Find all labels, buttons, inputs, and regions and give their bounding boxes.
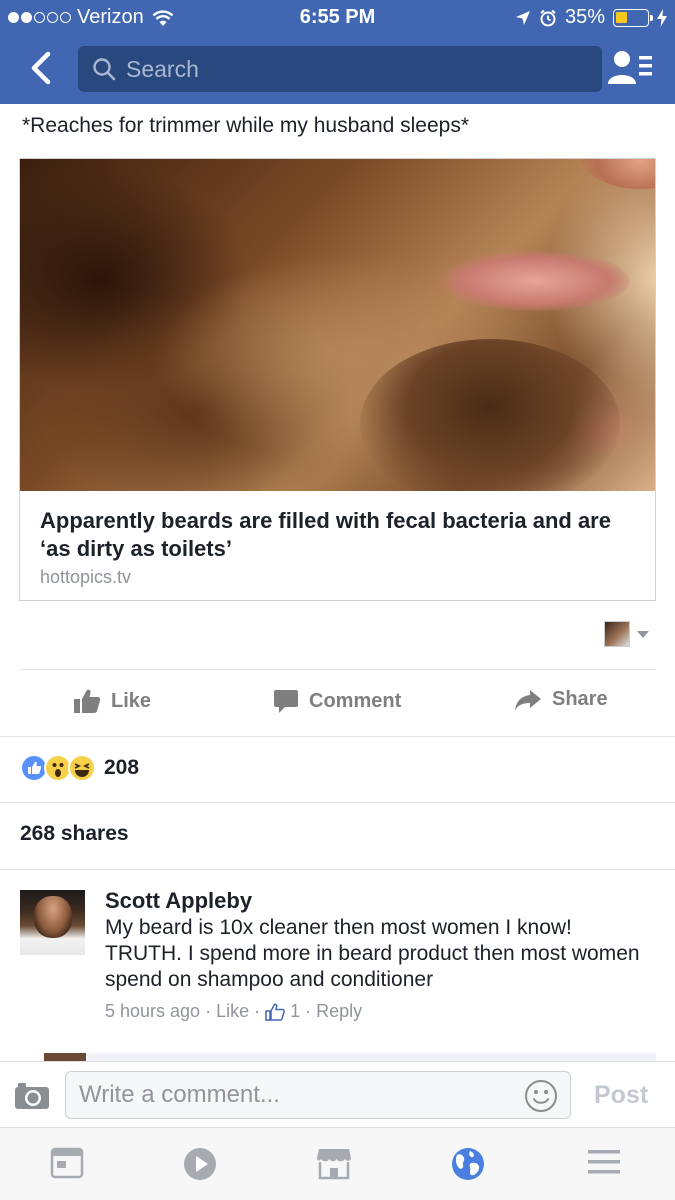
comment-icon [274, 690, 298, 713]
comment-like-count: 1 [290, 1001, 301, 1021]
share-label: Share [552, 688, 608, 710]
nav-bar: Search [0, 36, 675, 104]
menu-icon[interactable] [586, 1146, 622, 1178]
like-label: Like [111, 689, 152, 712]
share-button[interactable]: Share [514, 688, 608, 711]
comment-author[interactable]: Scott Appleby [105, 888, 645, 914]
photo-lips [440, 251, 630, 311]
caret-down-icon [637, 631, 649, 638]
search-bar[interactable]: Search [78, 46, 602, 92]
link-info: Apparently beards are filled with fecal … [20, 491, 655, 600]
comment-like-link[interactable]: Like [216, 1001, 249, 1022]
haha-reaction-icon [68, 754, 96, 782]
thumbs-up-icon [74, 689, 101, 713]
marketplace-icon[interactable] [316, 1146, 352, 1180]
post-comment-button[interactable]: Post [594, 1081, 648, 1110]
divider [0, 802, 675, 803]
charging-icon [657, 8, 667, 27]
reaction-count: 208 [104, 756, 140, 779]
tab-bar [0, 1127, 675, 1200]
status-right: 35% [515, 6, 667, 29]
comment-reply-link[interactable]: Reply [316, 1001, 362, 1022]
video-icon[interactable] [182, 1146, 218, 1182]
like-button[interactable]: Like [73, 688, 151, 714]
status-bar: Verizon 6:55 PM 35% [0, 0, 675, 36]
thumbs-up-icon [265, 1003, 285, 1021]
post-actions: Like Comment Share [0, 670, 675, 736]
globe-icon[interactable] [450, 1146, 486, 1182]
friend-requests-icon[interactable] [606, 48, 654, 88]
camera-icon[interactable] [14, 1082, 50, 1110]
comment-body: Scott Appleby My beard is 10x cleaner th… [105, 888, 645, 1022]
search-icon [93, 58, 116, 81]
comment-composer: Write a comment... Post [0, 1061, 675, 1127]
divider [0, 736, 675, 737]
link-title: Apparently beards are filled with fecal … [40, 508, 611, 561]
search-placeholder: Search [126, 55, 199, 82]
sticker-smile-icon[interactable] [524, 1079, 558, 1113]
comment-input[interactable]: Write a comment... [65, 1071, 571, 1119]
alarm-icon [540, 9, 556, 26]
comment-text: My beard is 10x cleaner then most women … [105, 916, 640, 991]
app-header: Verizon 6:55 PM 35% Search [0, 0, 675, 104]
share-count[interactable]: 268 shares [20, 822, 129, 846]
chevron-left-icon[interactable] [24, 48, 60, 88]
post-as-selector[interactable] [604, 621, 650, 647]
reactions-summary[interactable]: 208 [20, 754, 139, 782]
next-comment-preview [44, 1053, 656, 1061]
battery-icon [613, 8, 653, 27]
location-arrow-icon [515, 10, 530, 25]
link-domain: hottopics.tv [40, 567, 132, 587]
photo-nose [580, 159, 655, 189]
avatar[interactable] [20, 890, 85, 955]
avatar [604, 621, 630, 647]
comment-time: 5 hours ago [105, 1001, 201, 1021]
news-feed-icon[interactable] [50, 1146, 84, 1180]
link-preview-image [20, 159, 655, 491]
link-preview-card[interactable]: Apparently beards are filled with fecal … [19, 158, 656, 601]
post-caption: *Reaches for trimmer while my husband sl… [22, 114, 470, 137]
battery-percent: 35% [564, 6, 605, 28]
photo-beard [360, 339, 620, 491]
share-arrow-icon [515, 689, 541, 710]
comment-meta: 5 hours ago · Like · 1 · Reply [105, 1001, 363, 1022]
comment-button[interactable]: Comment [273, 688, 401, 714]
comment-label: Comment [309, 689, 402, 712]
divider [0, 869, 675, 870]
comment-placeholder: Write a comment... [79, 1081, 280, 1108]
